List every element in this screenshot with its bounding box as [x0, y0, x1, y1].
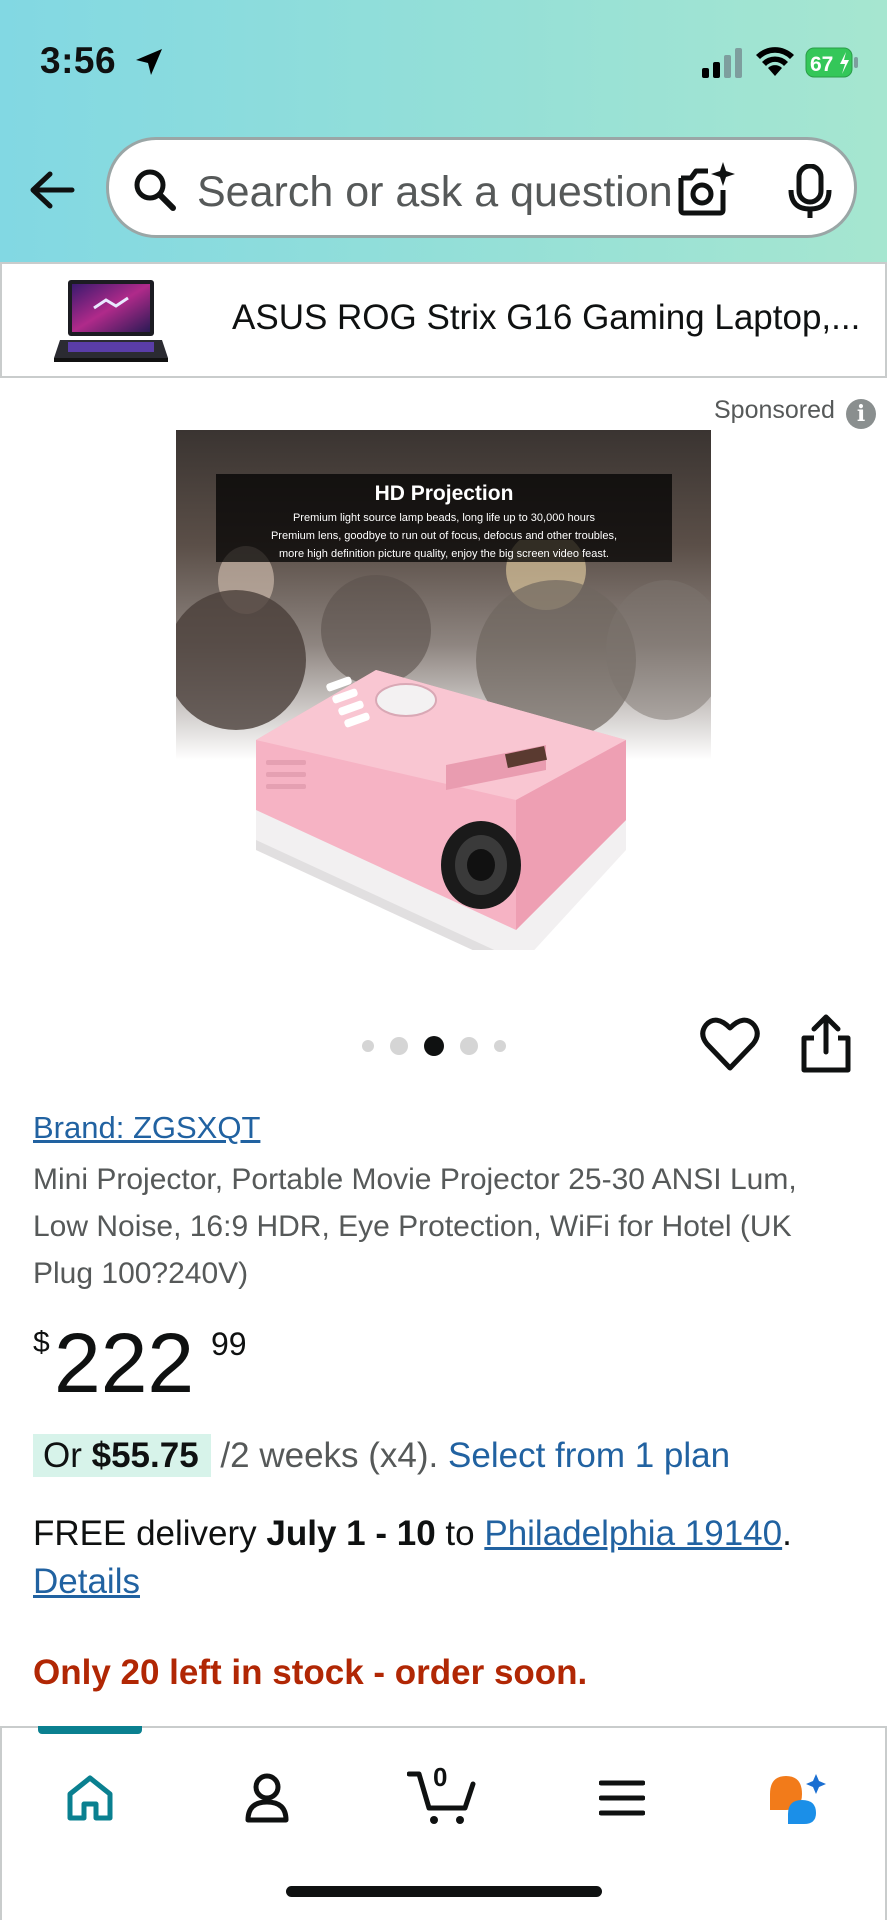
share-icon[interactable]	[798, 1014, 854, 1074]
carousel-dot[interactable]	[390, 1037, 408, 1055]
installment-amount: $55.75	[91, 1436, 199, 1475]
caption-heading: HD Projection	[374, 482, 514, 505]
caption-line: Premium lens, goodbye to run out of focu…	[270, 530, 618, 542]
tab-rufus-assistant[interactable]	[757, 1758, 837, 1838]
installment-terms: /2 weeks (x4).	[220, 1436, 439, 1475]
cart-count: 0	[433, 1762, 448, 1792]
search-bar[interactable]: Search or ask a question	[106, 137, 857, 238]
tab-menu[interactable]	[582, 1758, 662, 1838]
image-carousel-indicator[interactable]	[362, 1036, 506, 1056]
price-whole: 222	[54, 1316, 195, 1410]
delivery-details-link[interactable]: Details	[33, 1562, 140, 1601]
price-currency: $	[33, 1326, 50, 1359]
home-indicator	[286, 1886, 602, 1897]
heart-icon[interactable]	[700, 1016, 760, 1072]
carousel-dot[interactable]	[460, 1037, 478, 1055]
battery-level: 67	[810, 53, 833, 76]
camera-sparkle-icon[interactable]	[675, 160, 737, 218]
delivery-info: FREE delivery July 1 - 10 to Philadelphi…	[33, 1514, 792, 1601]
hd-projection-caption: HD Projection Premium light source lamp …	[216, 474, 672, 562]
laptop-thumbnail	[54, 280, 168, 362]
ai-assistant-icon	[770, 1774, 826, 1824]
wifi-icon	[756, 47, 794, 76]
hamburger-menu-icon	[599, 1780, 645, 1816]
product-image[interactable]: HD Projection Premium light source lamp …	[176, 430, 711, 950]
carousel-dot[interactable]	[494, 1040, 506, 1052]
delivery-prefix: FREE delivery	[33, 1514, 257, 1553]
stock-warning: Only 20 left in stock - order soon.	[33, 1653, 588, 1692]
installment-plan: Or $55.75 /2 weeks (x4). Select from 1 p…	[33, 1434, 730, 1482]
select-plan-link[interactable]: Select from 1 plan	[448, 1436, 730, 1475]
price-fraction: 99	[211, 1326, 247, 1362]
microphone-icon[interactable]	[784, 164, 836, 220]
battery-icon: 67	[805, 47, 858, 78]
product-title: Mini Projector, Portable Movie Projector…	[33, 1163, 797, 1290]
back-button[interactable]	[20, 160, 84, 220]
search-input[interactable]: Search or ask a question	[197, 168, 677, 217]
delivery-location-link[interactable]: Philadelphia 19140	[484, 1514, 782, 1553]
location-arrow-icon	[136, 49, 162, 75]
status-bar: 3:56 67	[0, 0, 887, 130]
info-icon[interactable]: i	[846, 399, 876, 429]
banner-product-title[interactable]: ASUS ROG Strix G16 Gaming Laptop,...	[232, 298, 872, 338]
caption-line: more high definition picture quality, en…	[279, 548, 609, 560]
brand-link[interactable]: Brand: ZGSXQT	[33, 1110, 260, 1146]
installment-prefix: Or	[43, 1436, 82, 1475]
sponsored-product-banner[interactable]: ASUS ROG Strix G16 Gaming Laptop,...	[0, 262, 887, 378]
delivery-to: to	[445, 1514, 475, 1553]
home-icon	[67, 1775, 113, 1821]
back-arrow-icon	[30, 171, 75, 209]
search-icon	[134, 169, 176, 211]
installment-highlight: Or $55.75	[33, 1434, 211, 1477]
tab-cart[interactable]: 0	[402, 1758, 482, 1838]
active-tab-indicator	[38, 1726, 142, 1734]
person-icon	[245, 1773, 289, 1823]
projector-illustration	[256, 670, 626, 950]
tab-account[interactable]	[227, 1758, 307, 1838]
carousel-dot[interactable]	[362, 1040, 374, 1052]
caption-line: Premium light source lamp beads, long li…	[292, 512, 596, 524]
delivery-dates: July 1 - 10	[266, 1514, 436, 1553]
status-time: 3:56	[40, 40, 117, 81]
tab-home[interactable]	[50, 1758, 130, 1838]
carousel-dot-active[interactable]	[424, 1036, 444, 1056]
signal-icon	[702, 48, 742, 78]
sponsored-label: Sponsored	[714, 396, 835, 424]
